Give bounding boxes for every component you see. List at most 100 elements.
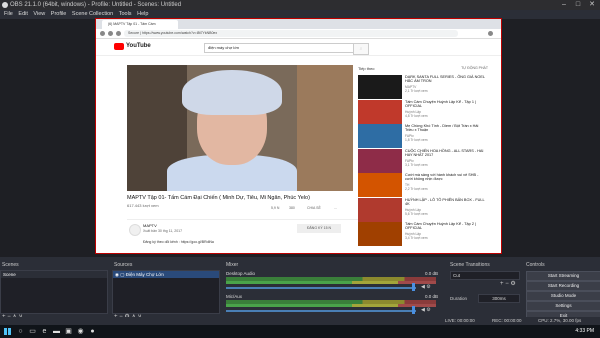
subscribe-button[interactable]: ĐĂNG KÝ 15 N xyxy=(297,224,341,233)
related-video-thumbnail[interactable] xyxy=(358,173,402,197)
related-video-views: 2,2 Tr lượt xem xyxy=(405,187,428,191)
volume-slider[interactable] xyxy=(226,287,416,289)
remove-transition-icon[interactable]: − xyxy=(505,281,509,287)
back-icon[interactable] xyxy=(100,31,105,36)
volume-slider-handle[interactable] xyxy=(412,306,415,314)
related-video-thumbnail[interactable] xyxy=(358,222,402,246)
browser-tab[interactable]: (6) MAPTV Tập 01 - Tấm Cám xyxy=(102,20,178,29)
related-video-title[interactable]: DARK SANTA FULL SERIES - ÔNG GIÀ NOEL HẮ… xyxy=(405,75,485,84)
transition-select[interactable]: Cut xyxy=(450,271,520,280)
video-description: Đăng ký theo dõi kênh : https://goo.gl/B… xyxy=(143,240,214,244)
scenes-list[interactable]: Scene xyxy=(0,270,108,314)
track-settings-icon[interactable]: ⚙ xyxy=(426,307,430,313)
menu-file[interactable]: File xyxy=(4,10,13,19)
scenes-dock: Scenes Scene + − ∧ ∨ xyxy=(0,262,110,325)
volume-slider-handle[interactable] xyxy=(412,283,415,291)
browser-tabstrip: (6) MAPTV Tập 01 - Tấm Cám xyxy=(96,19,501,29)
related-video-thumbnail[interactable] xyxy=(358,197,402,222)
windows-icon[interactable] xyxy=(4,328,11,335)
sources-list[interactable]: ◉ ▢ Điện Máy Chợ Lớn xyxy=(112,270,220,314)
related-video-thumbnail[interactable] xyxy=(358,75,402,99)
search-taskbar-icon[interactable]: ○ xyxy=(16,327,25,336)
related-video-thumbnail[interactable] xyxy=(358,148,402,173)
browser-menu-icon[interactable] xyxy=(488,31,493,36)
related-video-thumbnail[interactable] xyxy=(358,124,402,148)
related-video-item[interactable]: CUỘC CHIẾN HOA HỒNG - ALL STARS - HAI HA… xyxy=(358,148,488,175)
cpu-status: CPU: 2.7%, 30.00 fps xyxy=(538,318,582,323)
related-video-title[interactable]: Tấm Cám Chuyện Huỳnh Lập Kể - Tập 1 | OF… xyxy=(405,100,485,109)
volume-slider[interactable] xyxy=(226,310,416,312)
video-views: 617.443 lượt xem xyxy=(127,203,159,208)
related-video-title[interactable]: Tấm Cám Chuyện Huỳnh Lập Kể - Tập 2 | OF… xyxy=(405,222,485,231)
title-bar: OBS 21.1.0 (64bit, windows) - Profile: U… xyxy=(0,0,600,10)
obs-taskbar-icon[interactable]: ● xyxy=(88,327,97,336)
transitions-title: Scene Transitions xyxy=(450,262,490,268)
source-item[interactable]: ◉ ▢ Điện Máy Chợ Lớn xyxy=(113,271,219,278)
mixer-track-mic: Mic/Aux 0.0 dB ◀ ⚙ xyxy=(226,294,444,318)
youtube-logo-icon[interactable] xyxy=(114,43,124,50)
task-view-icon[interactable]: ▭ xyxy=(28,327,37,336)
menu-tools[interactable]: Tools xyxy=(119,10,132,19)
close-button[interactable]: ✕ xyxy=(585,0,599,10)
menu-profile[interactable]: Profile xyxy=(51,10,67,19)
chrome-icon[interactable]: ◉ xyxy=(76,327,85,336)
autoplay-toggle[interactable]: TỰ ĐỘNG PHÁT xyxy=(461,66,488,70)
scenes-title: Scenes xyxy=(2,262,19,268)
sources-title: Sources xyxy=(114,262,133,268)
obs-app-icon xyxy=(2,2,8,8)
scene-item[interactable]: Scene xyxy=(1,271,107,278)
channel-avatar[interactable] xyxy=(129,224,141,236)
speaker-icon[interactable]: ◀ xyxy=(421,307,425,313)
store-icon[interactable]: ▣ xyxy=(64,327,73,336)
settings-button[interactable]: Settings xyxy=(526,301,600,311)
speaker-icon[interactable]: ◀ xyxy=(421,284,425,290)
controls-dock: Controls Start Streaming Start Recording… xyxy=(524,262,600,325)
add-transition-icon[interactable]: + xyxy=(500,281,504,287)
related-video-title[interactable]: Mẹ Chồng Khó Tính - Diem / Bột Trần x Hả… xyxy=(405,124,485,133)
related-video-thumbnail[interactable] xyxy=(358,99,402,124)
dislike-button[interactable]: 380 xyxy=(289,206,295,210)
volume-meter-peak xyxy=(226,304,436,307)
live-status: LIVE: 00:00:00 xyxy=(445,318,475,323)
related-video-views: 3,4 Tr lượt xem xyxy=(405,236,428,240)
related-video-title[interactable]: CUỘC CHIẾN HOA HỒNG - ALL STARS - HAI HA… xyxy=(405,149,485,158)
address-bar[interactable]: Secure | https://www.youtube.com/watch?v… xyxy=(124,30,458,37)
edge-icon[interactable]: e xyxy=(40,327,49,336)
related-video-item[interactable]: Cười mà sảng với hành khách vui vẻ SHB -… xyxy=(358,173,488,199)
maximize-button[interactable]: □ xyxy=(571,0,585,10)
transition-settings-icon[interactable]: ⚙ xyxy=(510,281,515,287)
duration-input[interactable]: 300ms xyxy=(478,294,520,303)
related-video-title[interactable]: HUỲNH LẬP - LÔ TÔ PHIÊN BẢN BOX - FULL 4… xyxy=(405,198,485,207)
minimize-button[interactable]: – xyxy=(557,0,571,10)
track-settings-icon[interactable]: ⚙ xyxy=(426,284,430,290)
menu-help[interactable]: Help xyxy=(137,10,148,19)
reload-icon[interactable] xyxy=(116,31,121,36)
more-button[interactable]: ... xyxy=(334,206,337,210)
related-video-item[interactable]: Tấm Cám Chuyện Huỳnh Lập Kể - Tập 2 | OF… xyxy=(358,222,488,248)
channel-name[interactable]: MAPTV xyxy=(143,223,157,228)
related-video-views: 3,1 Tr lượt xem xyxy=(405,162,428,167)
start-recording-button[interactable]: Start Recording xyxy=(526,281,600,291)
share-button[interactable]: CHIA SẺ xyxy=(307,206,321,210)
forward-icon[interactable] xyxy=(108,31,113,36)
related-video-item[interactable]: HUỲNH LẬP - LÔ TÔ PHIÊN BẢN BOX - FULL 4… xyxy=(358,197,488,224)
file-explorer-icon[interactable]: ▬ xyxy=(52,327,61,336)
menu-view[interactable]: View xyxy=(33,10,45,19)
related-video-views: 4,8 Tr lượt xem xyxy=(405,113,428,118)
youtube-search-input[interactable]: điện máy chợ lớn xyxy=(204,43,354,53)
menu-scene-collection[interactable]: Scene Collection xyxy=(72,10,113,19)
preview-source[interactable]: (6) MAPTV Tập 01 - Tấm Cám Secure | http… xyxy=(95,18,502,254)
related-video-item[interactable]: DARK SANTA FULL SERIES - ÔNG GIÀ NOEL HẮ… xyxy=(358,75,488,101)
menu-edit[interactable]: Edit xyxy=(18,10,27,19)
related-video-item[interactable]: Mẹ Chồng Khó Tính - Diem / Bột Trần x Hả… xyxy=(358,124,488,150)
start-streaming-button[interactable]: Start Streaming xyxy=(526,271,600,281)
youtube-header: YouTube điện máy chợ lớn ⌕ xyxy=(96,39,501,56)
like-button[interactable]: 5,9 N xyxy=(271,206,279,210)
related-video-title[interactable]: Cười mà sảng với hành khách vui vẻ SHB -… xyxy=(405,173,485,182)
related-video-item[interactable]: Tấm Cám Chuyện Huỳnh Lập Kể - Tập 1 | OF… xyxy=(358,99,488,126)
search-icon[interactable]: ⌕ xyxy=(353,43,369,55)
video-title: MAPTV Tập 01- Tấm Cám Đại Chiến ( Minh D… xyxy=(127,195,310,201)
studio-mode-button[interactable]: Studio Mode xyxy=(526,291,600,301)
youtube-logo-text: YouTube xyxy=(126,43,151,49)
video-player[interactable] xyxy=(127,65,353,191)
